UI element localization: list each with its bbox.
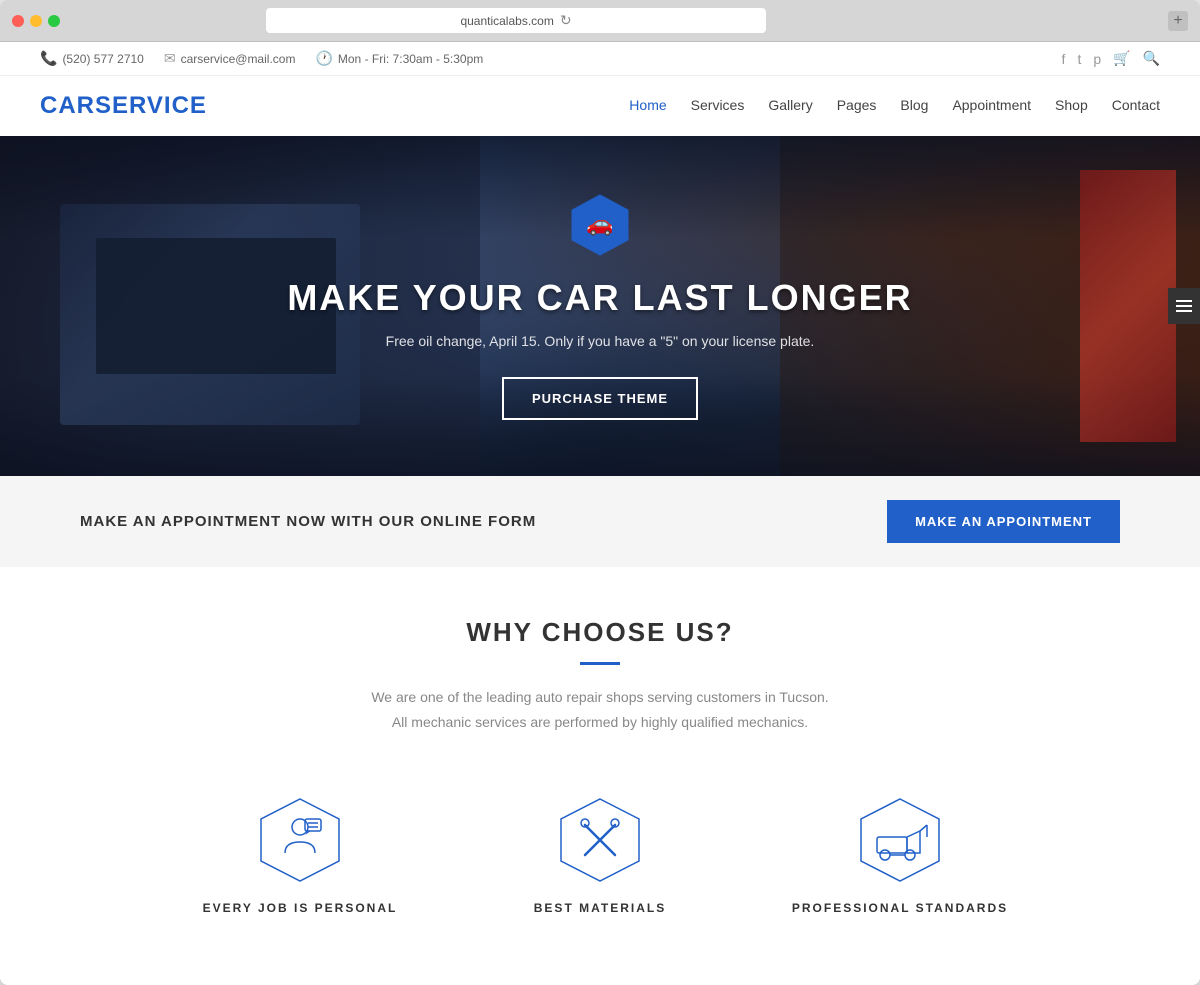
- website-content: 📞 (520) 577 2710 ✉ carservice@mail.com 🕐…: [0, 42, 1200, 985]
- facebook-icon[interactable]: f: [1062, 51, 1066, 67]
- browser-window: quanticalabs.com ↻ + 📞 (520) 577 2710 ✉ …: [0, 0, 1200, 985]
- side-bar-line-3: [1176, 310, 1192, 312]
- nav-item-services[interactable]: Services: [691, 97, 745, 115]
- new-tab-button[interactable]: +: [1168, 11, 1188, 31]
- hero-subtitle: Free oil change, April 15. Only if you h…: [287, 333, 912, 349]
- hero-title: MAKE YOUR CAR LAST LONGER: [287, 277, 912, 319]
- phone-icon: 📞: [40, 50, 57, 67]
- url-text: quanticalabs.com: [460, 14, 553, 28]
- phone-text: (520) 577 2710: [62, 52, 143, 66]
- nav-link-pages[interactable]: Pages: [837, 97, 877, 113]
- feature-card-materials: BEST MATERIALS: [490, 795, 710, 915]
- phone-item: 📞 (520) 577 2710: [40, 50, 144, 67]
- minimize-button[interactable]: [30, 15, 42, 27]
- nav-link-blog[interactable]: Blog: [900, 97, 928, 113]
- nav-link-home[interactable]: Home: [629, 97, 666, 113]
- nav-item-blog[interactable]: Blog: [900, 97, 928, 115]
- feature-card-personal: EVERY JOB IS PERSONAL: [190, 795, 410, 915]
- hours-item: 🕐 Mon - Fri: 7:30am - 5:30pm: [315, 50, 483, 67]
- nav-item-gallery[interactable]: Gallery: [768, 97, 812, 115]
- cart-icon[interactable]: 🛒: [1113, 50, 1130, 67]
- navbar: CARSERVICE Home Services Gallery Pages B…: [0, 76, 1200, 136]
- make-appointment-button[interactable]: MAKE AN APPOINTMENT: [887, 500, 1120, 543]
- clock-icon: 🕐: [315, 50, 332, 67]
- purchase-theme-button[interactable]: PURCHASE THEME: [502, 377, 698, 420]
- nav-item-home[interactable]: Home: [629, 97, 666, 115]
- features-grid: EVERY JOB IS PERSONAL BE: [80, 775, 1120, 935]
- hexagon-svg-personal: [255, 795, 345, 885]
- site-logo[interactable]: CARSERVICE: [40, 92, 207, 120]
- svg-text:🚗: 🚗: [586, 211, 613, 236]
- feature-hex-standards: [855, 795, 945, 885]
- top-bar: 📞 (520) 577 2710 ✉ carservice@mail.com 🕐…: [0, 42, 1200, 76]
- maximize-button[interactable]: [48, 15, 60, 27]
- browser-titlebar: quanticalabs.com ↻ +: [0, 0, 1200, 42]
- nav-link-contact[interactable]: Contact: [1112, 97, 1160, 113]
- topbar-left: 📞 (520) 577 2710 ✉ carservice@mail.com 🕐…: [40, 50, 483, 67]
- nav-item-appointment[interactable]: Appointment: [952, 97, 1031, 115]
- feature-card-standards: PROFESSIONAL STANDARDS: [790, 795, 1010, 915]
- address-bar[interactable]: quanticalabs.com ↻: [266, 8, 766, 33]
- feature-hex-personal: [255, 795, 345, 885]
- nav-link-services[interactable]: Services: [691, 97, 745, 113]
- hours-text: Mon - Fri: 7:30am - 5:30pm: [338, 52, 483, 66]
- email-icon: ✉: [164, 50, 176, 67]
- appointment-banner-text: MAKE AN APPOINTMENT NOW WITH OUR ONLINE …: [80, 513, 536, 530]
- nav-links: Home Services Gallery Pages Blog Appoint…: [629, 97, 1160, 115]
- feature-hex-materials: [555, 795, 645, 885]
- feature-label-personal: EVERY JOB IS PERSONAL: [190, 901, 410, 915]
- hero-side-panel[interactable]: [1168, 288, 1200, 324]
- side-bar-line-2: [1176, 305, 1192, 307]
- hero-hex-container: 🚗: [568, 193, 632, 257]
- nav-link-gallery[interactable]: Gallery: [768, 97, 812, 113]
- twitter-icon[interactable]: t: [1077, 51, 1081, 67]
- feature-label-materials: BEST MATERIALS: [490, 901, 710, 915]
- side-bar-line-1: [1176, 300, 1192, 302]
- why-section-title: WHY CHOOSE US?: [80, 617, 1120, 648]
- nav-item-pages[interactable]: Pages: [837, 97, 877, 115]
- why-section: WHY CHOOSE US? We are one of the leading…: [0, 567, 1200, 985]
- why-section-desc: We are one of the leading auto repair sh…: [80, 685, 1120, 735]
- email-item: ✉ carservice@mail.com: [164, 50, 296, 67]
- reload-icon[interactable]: ↻: [560, 12, 572, 29]
- traffic-lights: [12, 15, 60, 27]
- hexagon-svg-materials: [555, 795, 645, 885]
- hero-content: 🚗 MAKE YOUR CAR LAST LONGER Free oil cha…: [287, 193, 912, 420]
- pinterest-icon[interactable]: p: [1093, 51, 1101, 67]
- hexagon-svg-standards: [855, 795, 945, 885]
- feature-label-standards: PROFESSIONAL STANDARDS: [790, 901, 1010, 915]
- search-icon[interactable]: 🔍: [1143, 50, 1160, 67]
- appointment-banner: MAKE AN APPOINTMENT NOW WITH OUR ONLINE …: [0, 476, 1200, 567]
- hero-hexagon-icon: 🚗: [568, 193, 632, 257]
- hero-section: 🚗 MAKE YOUR CAR LAST LONGER Free oil cha…: [0, 136, 1200, 476]
- nav-item-shop[interactable]: Shop: [1055, 97, 1088, 115]
- nav-item-contact[interactable]: Contact: [1112, 97, 1160, 115]
- nav-link-appointment[interactable]: Appointment: [952, 97, 1031, 113]
- nav-link-shop[interactable]: Shop: [1055, 97, 1088, 113]
- close-button[interactable]: [12, 15, 24, 27]
- topbar-right: f t p 🛒 🔍: [1062, 50, 1160, 67]
- section-divider: [580, 662, 620, 665]
- email-text: carservice@mail.com: [181, 52, 296, 66]
